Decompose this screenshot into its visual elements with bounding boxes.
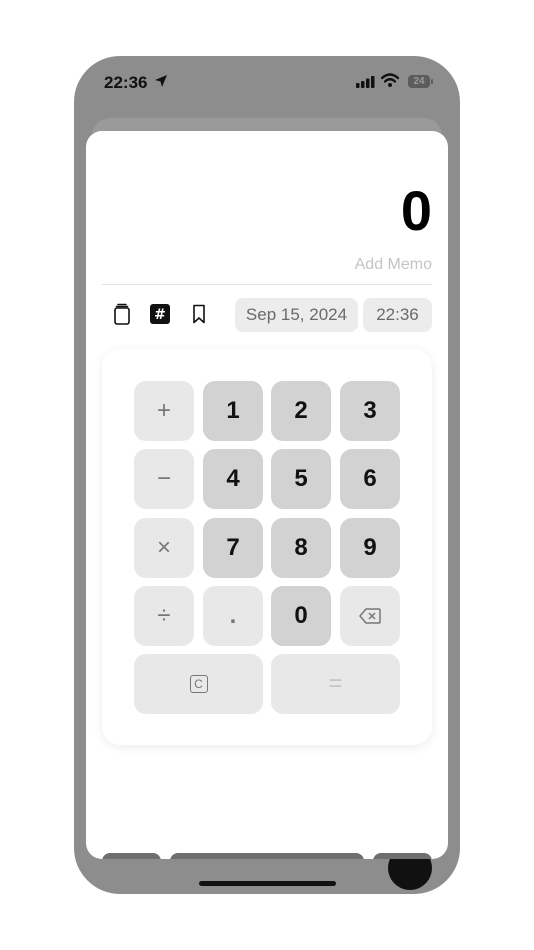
collapse-keypad-button[interactable] <box>373 853 432 859</box>
home-indicator <box>199 881 336 886</box>
date-picker-button[interactable]: Sep 15, 2024 <box>235 298 358 332</box>
key-8[interactable]: 8 <box>271 518 331 578</box>
key-2[interactable]: 2 <box>271 381 331 441</box>
clipboard-icon[interactable] <box>110 302 134 326</box>
svg-text:#: # <box>154 307 166 323</box>
minus-key[interactable]: − <box>134 449 194 509</box>
time-picker-button[interactable]: 22:36 <box>363 298 432 332</box>
key-9[interactable]: 9 <box>340 518 400 578</box>
clear-key[interactable]: C <box>134 654 263 714</box>
entry-sheet: 0 Add Memo # Sep 15, 2024 22:36 + 1 2 3 … <box>86 131 448 859</box>
key-4[interactable]: 4 <box>203 449 263 509</box>
clear-key-label: C <box>189 675 208 693</box>
tag-button[interactable] <box>102 853 161 859</box>
battery-indicator: 24 <box>408 75 430 88</box>
key-3[interactable]: 3 <box>340 381 400 441</box>
location-arrow-icon <box>155 75 167 87</box>
cellular-signal-icon <box>356 76 375 88</box>
divider <box>102 284 432 285</box>
bookmark-icon[interactable] <box>187 302 211 326</box>
equals-key[interactable]: = <box>271 654 400 714</box>
backspace-key[interactable] <box>340 586 400 646</box>
key-7[interactable]: 7 <box>203 518 263 578</box>
battery-tip <box>431 79 433 84</box>
divide-key[interactable]: ÷ <box>134 586 194 646</box>
multiply-key[interactable]: × <box>134 518 194 578</box>
key-6[interactable]: 6 <box>340 449 400 509</box>
hash-icon[interactable]: # <box>148 302 172 326</box>
phone-screen: 22:36 24 0 Add Memo # Sep 15, 2024 22:36… <box>74 56 460 894</box>
wifi-icon <box>381 73 399 87</box>
key-0[interactable]: 0 <box>271 586 331 646</box>
decimal-key[interactable]: . <box>203 586 263 646</box>
backspace-icon <box>359 608 381 624</box>
confirm-button[interactable] <box>170 853 364 859</box>
plus-key[interactable]: + <box>134 381 194 441</box>
memo-input[interactable]: Add Memo <box>355 256 432 274</box>
status-time: 22:36 <box>104 73 148 92</box>
key-1[interactable]: 1 <box>203 381 263 441</box>
amount-display: 0 <box>400 179 432 242</box>
keypad: + 1 2 3 − 4 5 6 × 7 8 9 ÷ . 0 C = <box>102 349 432 745</box>
key-5[interactable]: 5 <box>271 449 331 509</box>
